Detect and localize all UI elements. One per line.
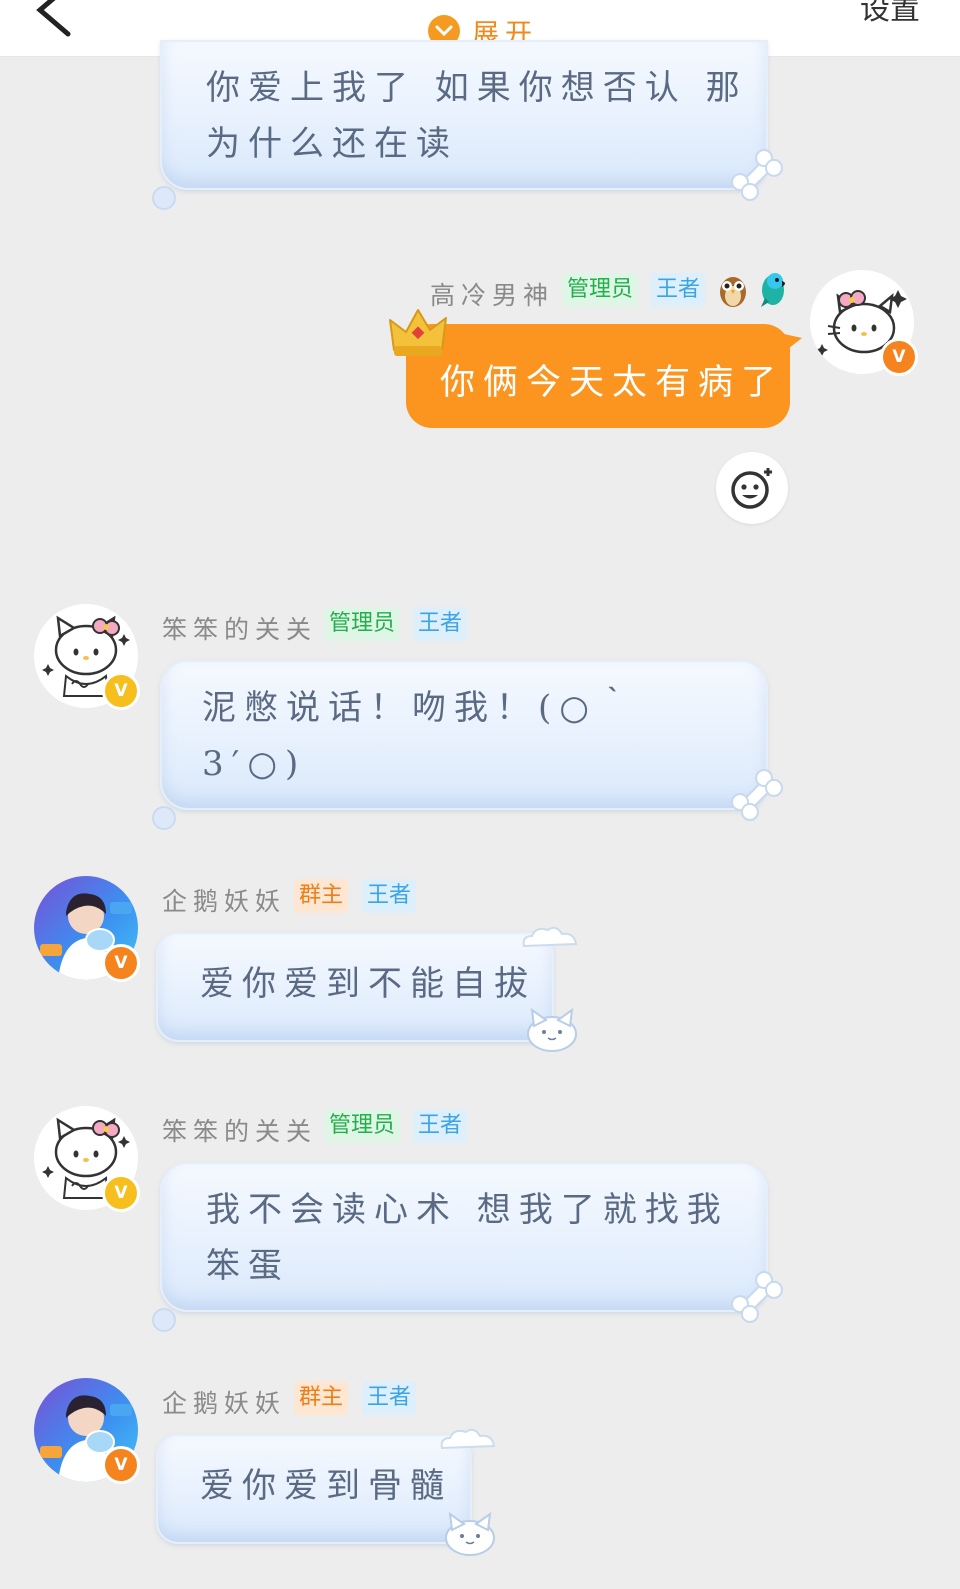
cat-decoration xyxy=(527,1007,577,1052)
message-text: 爱你爱到不能自拔 xyxy=(200,964,536,1004)
message-text-line: 笨蛋 xyxy=(206,1246,290,1286)
bubble-tail xyxy=(784,334,802,352)
bone-decoration xyxy=(731,1271,783,1323)
admin-badge: 管理员 xyxy=(562,273,639,307)
rank-badge: 王者 xyxy=(413,1109,468,1143)
bubble-tail-dot xyxy=(152,186,176,210)
bubble-tail-dot xyxy=(152,806,176,830)
message-text-line: 我不会读心术 想我了就找我 xyxy=(206,1190,729,1230)
sender-name: 笨笨的关关 xyxy=(162,1117,318,1146)
admin-badge: 管理员 xyxy=(324,607,401,641)
back-icon[interactable] xyxy=(28,0,88,38)
parrot-icon xyxy=(761,273,785,307)
owner-badge: 群主 xyxy=(294,879,349,913)
admin-badge: 管理员 xyxy=(324,1109,401,1143)
rank-badge: 王者 xyxy=(362,1381,417,1415)
message-text-line: 3′○) xyxy=(202,744,307,784)
settings-button[interactable]: 设置 xyxy=(860,0,920,28)
message-text-line: 你爱上我了 如果你想否认 那 xyxy=(206,68,748,108)
message-text-line: 泥憋说话！吻我！(○｀ xyxy=(202,688,639,728)
sender-name: 企鹅妖妖 xyxy=(162,1389,287,1418)
sender-name: 笨笨的关关 xyxy=(162,615,318,644)
verified-badge: V xyxy=(102,672,140,710)
sender-name: 企鹅妖妖 xyxy=(162,887,287,916)
add-reaction-icon xyxy=(731,468,772,509)
bone-decoration xyxy=(731,149,783,201)
owner-badge: 群主 xyxy=(294,1381,349,1415)
cloud-decoration xyxy=(522,926,578,948)
message-text: 你俩今天太有病了 xyxy=(440,363,785,403)
verified-badge: V xyxy=(102,944,140,982)
verified-badge: V xyxy=(880,338,918,376)
crown-icon xyxy=(389,309,447,356)
bubble-tail-dot xyxy=(152,1308,176,1332)
bone-decoration xyxy=(731,769,783,821)
message-text-line: 为什么还在读 xyxy=(206,124,458,164)
add-reaction-button[interactable] xyxy=(716,452,788,524)
message-text: 爱你爱到骨髓 xyxy=(200,1466,452,1506)
rank-badge: 王者 xyxy=(413,607,468,641)
owl-icon xyxy=(720,277,746,307)
rank-badge: 王者 xyxy=(651,273,706,307)
cloud-decoration xyxy=(440,1428,496,1450)
cat-decoration xyxy=(445,1511,495,1556)
verified-badge: V xyxy=(102,1446,140,1484)
rank-badge: 王者 xyxy=(362,879,417,913)
verified-badge: V xyxy=(102,1174,140,1212)
